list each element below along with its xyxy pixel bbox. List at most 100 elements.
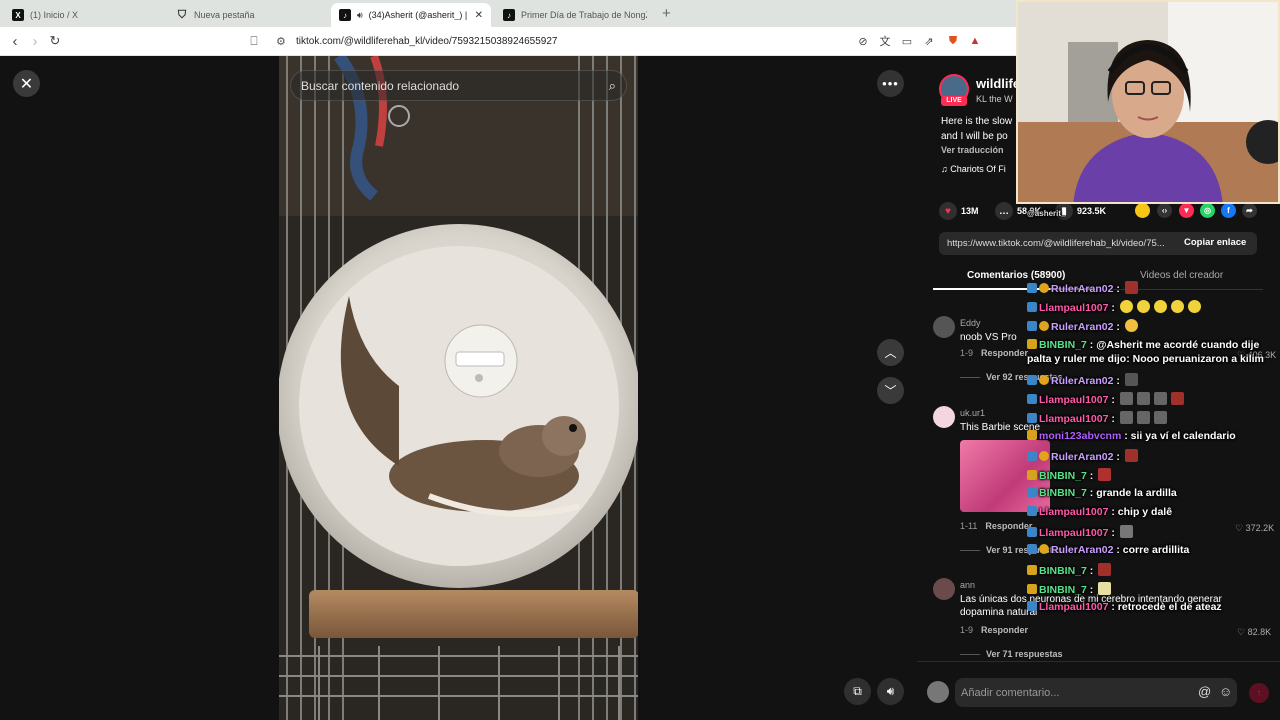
heart-outline-icon: ♡: [1237, 350, 1248, 360]
creator-subtitle: KL the W: [976, 94, 1013, 104]
x-logo-icon: X: [12, 9, 24, 21]
share-link-text: https://www.tiktok.com/@wildliferehab_kl…: [947, 238, 1165, 249]
previous-video-button[interactable]: ︿: [877, 339, 904, 366]
comment-username[interactable]: ann: [960, 580, 975, 590]
comment-like-count[interactable]: ♡ 372.2K: [1235, 523, 1274, 534]
tiktok-icon: ♪: [503, 9, 515, 21]
search-placeholder: Buscar contenido relacionado: [301, 78, 460, 93]
related-search-input[interactable]: Buscar contenido relacionado ⌕: [290, 70, 627, 101]
tab-creator-videos[interactable]: Videos del creador: [1140, 270, 1223, 281]
reader-icon[interactable]: ▭: [900, 34, 914, 48]
tab-primer-dia[interactable]: ♪ Primer Día de Trabajo de NongZon: [495, 3, 655, 27]
live-badge: LIVE: [941, 96, 967, 106]
translate-link[interactable]: Ver traducción: [941, 145, 1004, 155]
creator-name[interactable]: wildlife: [976, 76, 1020, 91]
brave-rewards-icon[interactable]: ▲: [968, 34, 982, 48]
mention-icon[interactable]: @: [1198, 684, 1211, 699]
video-area: ✕ Buscar contenido relacionado ⌕ ••• ︿ ﹀…: [0, 56, 917, 720]
music-title: Chariots Of Fi: [950, 164, 1006, 174]
new-tab-icon[interactable]: +: [662, 5, 671, 22]
user-avatar: [927, 681, 949, 703]
embed-icon[interactable]: ‹›: [1157, 203, 1172, 218]
next-video-button[interactable]: ﹀: [877, 377, 904, 404]
tab-title: (1) Inicio / X: [30, 10, 79, 20]
volume-icon[interactable]: 🔊︎: [877, 678, 904, 705]
comment-text: Las únicas dos neuronas de mi cerebro in…: [960, 594, 1222, 618]
tab-title: Primer Día de Trabajo de NongZon: [521, 10, 647, 20]
tab-title: (34)Asherit (@asherit_) | Tik: [368, 10, 469, 20]
comment-username[interactable]: Eddy: [960, 318, 981, 328]
back-icon[interactable]: ‹: [6, 32, 24, 50]
webcam-feed: [1018, 2, 1278, 202]
tab-nueva-pestana[interactable]: ⛉ Nueva pestaña: [168, 3, 328, 27]
share-link-field[interactable]: https://www.tiktok.com/@wildliferehab_kl…: [939, 232, 1257, 255]
add-comment-bar: Añadir comentario... @ ☺ ↑: [917, 661, 1280, 720]
floating-player-icon[interactable]: ⧉: [844, 678, 871, 705]
like-stat[interactable]: ♥ 13M: [939, 202, 979, 220]
comment-text: This Barbie scene: [960, 422, 1041, 433]
whatsapp-icon[interactable]: ◎: [1200, 203, 1215, 218]
facebook-icon[interactable]: f: [1221, 203, 1236, 218]
comment-meta: 1-9 Responder: [960, 348, 1028, 358]
comment-date: 1-11: [960, 521, 978, 531]
avatar[interactable]: [933, 578, 955, 600]
forward-icon[interactable]: ›: [26, 32, 44, 50]
view-replies-button[interactable]: Ver 71 respuestas: [960, 649, 1063, 659]
bookmark-icon[interactable]: ⎕: [245, 32, 263, 50]
more-options-button[interactable]: •••: [877, 70, 904, 97]
tiktok-icon: ♪: [339, 9, 351, 21]
comment-date: 1-9: [960, 348, 974, 358]
comment-username[interactable]: uk.ur1: [960, 408, 985, 418]
comment-like-count[interactable]: ♡ 406.3K: [1237, 350, 1276, 361]
brave-shield-icon[interactable]: ⛊: [946, 34, 960, 48]
like-count: 406.3K: [1247, 350, 1277, 360]
search-icon[interactable]: ⌕: [609, 78, 616, 94]
comment-text: noob VS Pro: [960, 332, 1017, 343]
tab-tiktok-asherit[interactable]: ♪ 🔊︎ (34)Asherit (@asherit_) | Tik ✕: [331, 3, 491, 27]
repost-icon[interactable]: [1135, 203, 1150, 218]
reply-button[interactable]: Responder: [981, 348, 1028, 358]
reply-button[interactable]: Responder: [985, 521, 1032, 531]
reply-button[interactable]: Responder: [981, 625, 1028, 635]
share-icon[interactable]: ⇗: [922, 34, 936, 48]
tab-title: Nueva pestaña: [194, 10, 255, 20]
send-comment-button[interactable]: ↑: [1249, 683, 1269, 703]
comment-input[interactable]: Añadir comentario... @ ☺: [955, 678, 1237, 707]
heart-outline-icon: ♡: [1235, 523, 1246, 533]
view-replies-button[interactable]: Ver 92 respuestas: [960, 372, 1063, 382]
send-icon[interactable]: ▼: [1179, 203, 1194, 218]
speaker-icon[interactable]: 🔊︎: [357, 10, 363, 21]
heart-icon: ♥: [939, 202, 957, 220]
site-info-icon[interactable]: ⚙: [276, 35, 286, 48]
like-count: 82.8K: [1247, 627, 1272, 637]
tab-comments[interactable]: Comentarios (58900): [967, 270, 1065, 281]
video-frame: [279, 56, 638, 720]
save-stat[interactable]: ▮ 923.5K: [1055, 202, 1106, 220]
avatar[interactable]: [933, 316, 955, 338]
comment-like-count[interactable]: ♡ 82.8K: [1237, 627, 1271, 638]
description-line-2: and I will be po: [941, 131, 1008, 142]
comment-stat[interactable]: … 58.9K: [995, 202, 1041, 220]
close-video-button[interactable]: ✕: [13, 70, 40, 97]
no-tracking-icon[interactable]: ⊘: [856, 34, 870, 48]
translate-icon[interactable]: 文: [878, 34, 892, 48]
video-player[interactable]: [279, 56, 638, 720]
view-replies-button[interactable]: Ver 91 respuestas: [960, 545, 1063, 555]
url-text: tiktok.com/@wildliferehab_kl/video/75932…: [296, 36, 558, 47]
comment-meta: 1-11 Responder: [960, 521, 1032, 531]
description-line-1: Here is the slow: [941, 116, 1013, 127]
like-count: 13M: [961, 206, 979, 216]
like-count: 372.2K: [1245, 523, 1275, 533]
reload-icon[interactable]: ↻: [46, 32, 64, 50]
music-label[interactable]: ♫ Chariots Of Fi: [941, 164, 1006, 174]
tab-inicio-x[interactable]: X (1) Inicio / X: [4, 3, 164, 27]
avatar[interactable]: [933, 406, 955, 428]
share-more-icon[interactable]: ➦: [1242, 203, 1257, 218]
close-tab-icon[interactable]: ✕: [475, 10, 483, 21]
comment-date: 1-9: [960, 625, 974, 635]
comment-meta: 1-9 Responder: [960, 625, 1028, 635]
copy-link-button[interactable]: Copiar enlace: [1184, 237, 1246, 248]
comment-image[interactable]: [960, 440, 1050, 512]
comment-placeholder: Añadir comentario...: [961, 686, 1060, 699]
emoji-icon[interactable]: ☺: [1219, 684, 1232, 699]
